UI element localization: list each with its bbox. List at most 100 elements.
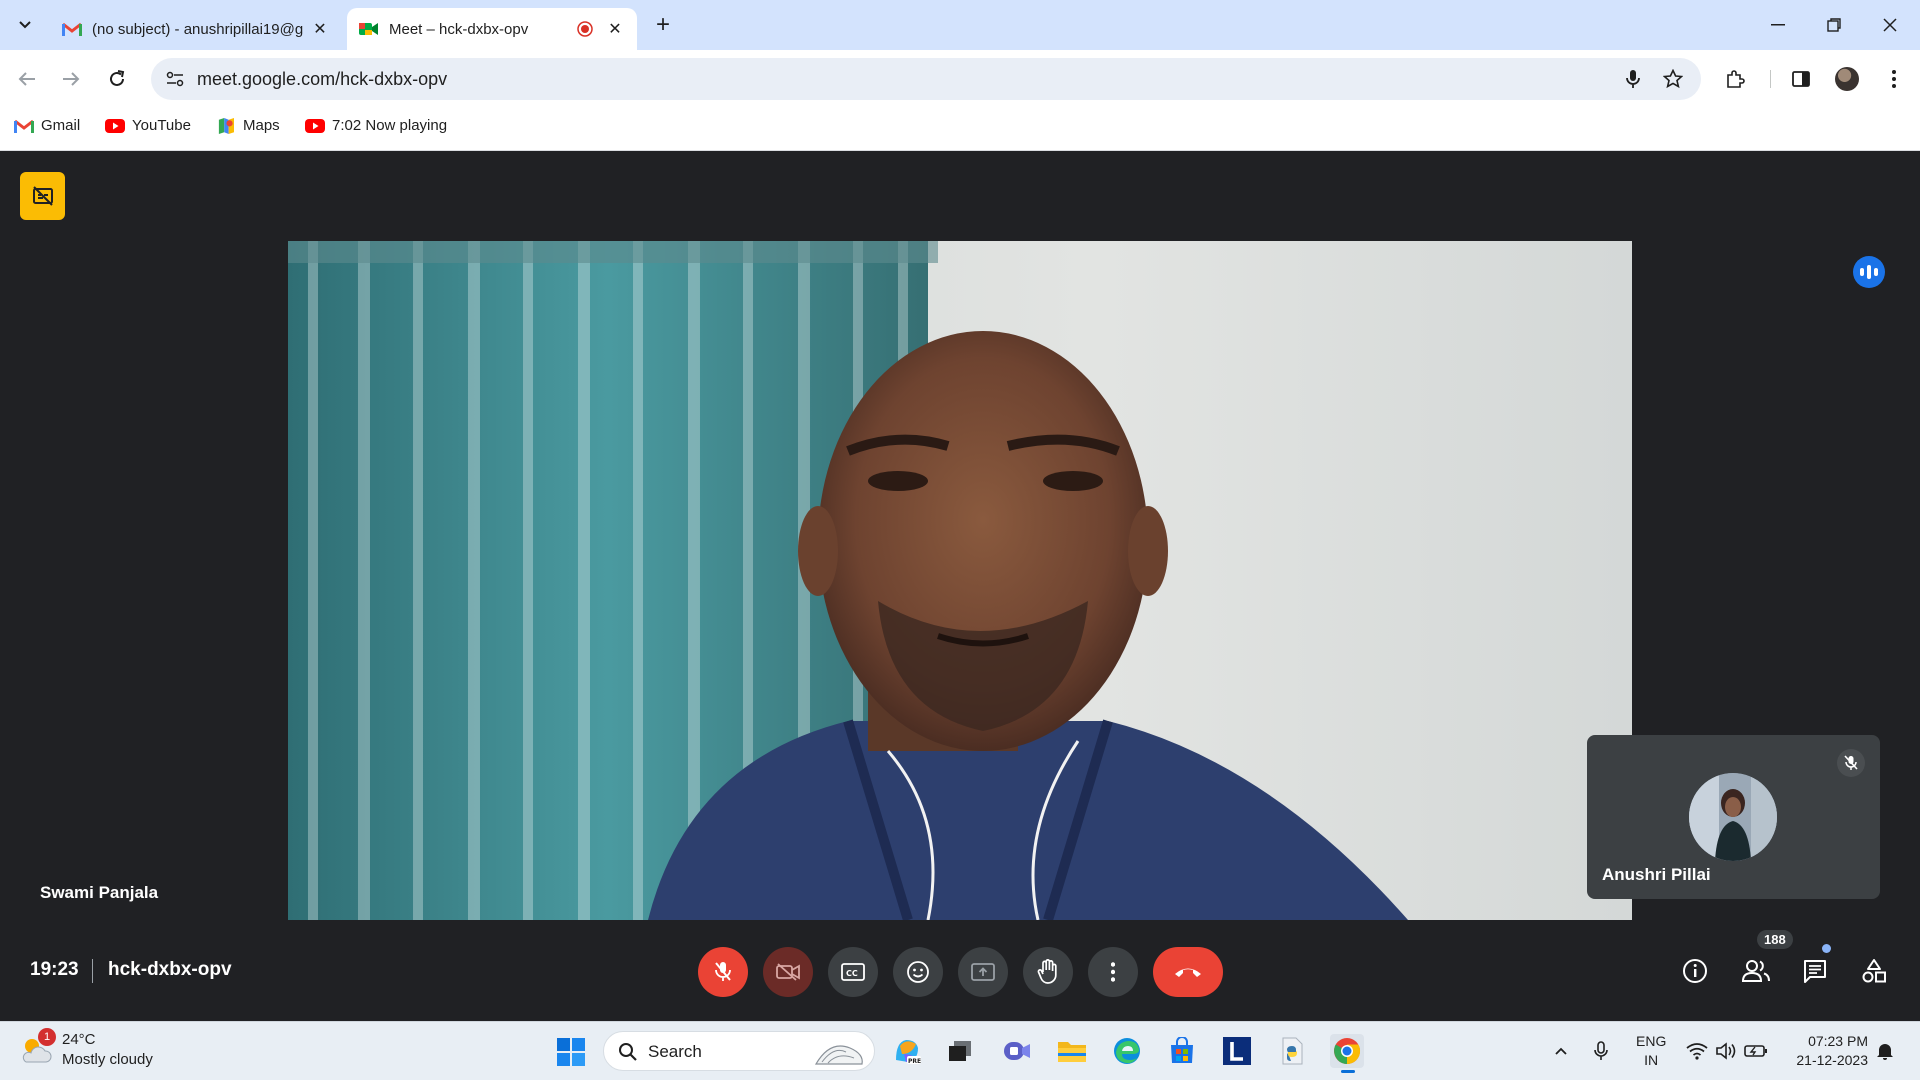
forward-button[interactable] [55, 63, 87, 95]
bookmark-label: Maps [243, 117, 280, 134]
chevron-up-icon [1555, 1047, 1567, 1055]
people-button[interactable] [1734, 949, 1778, 993]
camera-toggle-button[interactable] [763, 947, 813, 997]
bookmark-label: YouTube [132, 117, 191, 134]
active-app-indicator [1341, 1070, 1355, 1073]
wifi-icon [1686, 1043, 1708, 1060]
search-icon [619, 1043, 637, 1061]
microphone-tray-button[interactable] [1588, 1038, 1614, 1064]
activities-button[interactable] [1852, 949, 1896, 993]
meet-icon [359, 23, 378, 35]
gmail-icon [14, 119, 34, 133]
self-view-tile[interactable]: Anushri Pillai [1587, 735, 1880, 899]
meeting-code: hck-dxbx-opv [108, 959, 232, 980]
minimize-button[interactable] [1750, 0, 1806, 50]
tab-gmail[interactable]: (no subject) - anushripillai19@g ✕ [50, 8, 342, 50]
back-button[interactable] [11, 63, 43, 95]
notifications-button[interactable] [1872, 1038, 1898, 1064]
gmail-icon [62, 22, 82, 36]
file-explorer-app[interactable] [1055, 1034, 1089, 1068]
task-view-app[interactable] [943, 1034, 977, 1068]
microsoft-store-app[interactable] [1165, 1034, 1199, 1068]
close-window-button[interactable] [1862, 0, 1918, 50]
meeting-clock: 19:23 [30, 959, 79, 980]
close-tab-icon[interactable]: ✕ [605, 19, 625, 39]
minimize-icon [1771, 24, 1785, 26]
browser-menu-button[interactable] [1878, 63, 1910, 95]
activities-icon [1862, 959, 1886, 983]
tab-search-button[interactable] [10, 10, 40, 40]
more-options-button[interactable] [1088, 947, 1138, 997]
address-bar[interactable]: meet.google.com/hck-dxbx-opv [151, 58, 1701, 100]
battery-status[interactable] [1743, 1038, 1769, 1064]
chevron-down-icon [19, 21, 31, 29]
bookmark-youtube[interactable]: YouTube [105, 117, 191, 134]
chrome-app[interactable] [1330, 1034, 1364, 1073]
tab-title: (no subject) - anushripillai19@g [92, 20, 304, 38]
participant-video-frame [288, 241, 1632, 920]
input-language-button[interactable]: ENG IN [1636, 1032, 1666, 1070]
speaking-indicator-icon [1853, 256, 1885, 288]
chat-unread-dot [1822, 944, 1831, 953]
l-app[interactable] [1220, 1034, 1254, 1068]
self-muted-icon [1837, 749, 1865, 777]
avatar [1835, 67, 1859, 91]
bookmark-star-icon[interactable] [1661, 67, 1685, 91]
reload-icon [110, 70, 125, 86]
leave-call-button[interactable] [1153, 947, 1223, 997]
reactions-button[interactable] [893, 947, 943, 997]
edge-browser-icon [1114, 1038, 1140, 1064]
puzzle-icon [1727, 70, 1745, 88]
site-info-icon[interactable] [163, 67, 187, 91]
captions-off-badge[interactable] [20, 172, 65, 220]
edge-app[interactable] [1110, 1034, 1144, 1068]
reload-button[interactable] [101, 63, 133, 95]
language-code: ENG [1636, 1033, 1667, 1049]
closed-captions-icon: CC [841, 963, 865, 981]
profile-button[interactable] [1831, 63, 1863, 95]
new-tab-button[interactable]: + [650, 12, 676, 38]
chat-icon [1804, 960, 1826, 983]
restore-icon [1827, 18, 1841, 32]
people-icon [1741, 960, 1770, 982]
bookmark-now-playing[interactable]: 7:02 Now playing [305, 117, 447, 134]
start-button[interactable] [556, 1037, 586, 1067]
microphone-icon [1594, 1041, 1608, 1060]
extensions-button[interactable] [1719, 63, 1751, 95]
side-panel-button[interactable] [1785, 63, 1817, 95]
raise-hand-icon [1037, 959, 1057, 984]
main-participant-video[interactable] [288, 241, 1632, 920]
copilot-app[interactable]: PRE [890, 1034, 924, 1068]
chrome-icon [1334, 1038, 1361, 1065]
weather-description: Mostly cloudy [62, 1051, 153, 1068]
taskbar-search[interactable]: Search [603, 1031, 875, 1071]
close-icon [1883, 18, 1897, 32]
volume-status[interactable] [1713, 1038, 1739, 1064]
microphone-icon[interactable] [1621, 67, 1645, 91]
teams-meet-app[interactable] [1000, 1034, 1034, 1068]
weather-notification-badge: 1 [38, 1028, 56, 1046]
present-screen-button[interactable] [958, 947, 1008, 997]
show-hidden-icons-button[interactable] [1548, 1038, 1574, 1064]
bookmark-gmail[interactable]: Gmail [14, 117, 80, 134]
captions-button[interactable]: CC [828, 947, 878, 997]
hang-up-icon [1175, 968, 1201, 977]
tab-title: Meet – hck-dxbx-opv [389, 20, 529, 38]
python-app[interactable] [1275, 1034, 1309, 1068]
camera-off-icon [776, 963, 800, 981]
bookmark-maps[interactable]: Maps [216, 117, 280, 134]
tab-meet[interactable]: Meet – hck-dxbx-opv ✕ [347, 8, 637, 50]
copilot-icon: PRE [896, 1040, 921, 1065]
svg-text:PRE: PRE [908, 1058, 921, 1065]
bell-icon [1877, 1044, 1893, 1060]
microphone-toggle-button[interactable] [698, 947, 748, 997]
chat-button[interactable] [1793, 949, 1837, 993]
raise-hand-button[interactable] [1023, 947, 1073, 997]
wifi-status[interactable] [1684, 1038, 1710, 1064]
meeting-details-button[interactable] [1673, 949, 1717, 993]
taskbar-clock[interactable]: 07:23 PM 21-12-2023 [1788, 1032, 1868, 1070]
toolbar-divider [1770, 70, 1771, 88]
restore-button[interactable] [1806, 0, 1862, 50]
weather-widget[interactable]: 1 24°C Mostly cloudy [20, 1028, 153, 1070]
close-tab-icon[interactable]: ✕ [310, 19, 330, 39]
